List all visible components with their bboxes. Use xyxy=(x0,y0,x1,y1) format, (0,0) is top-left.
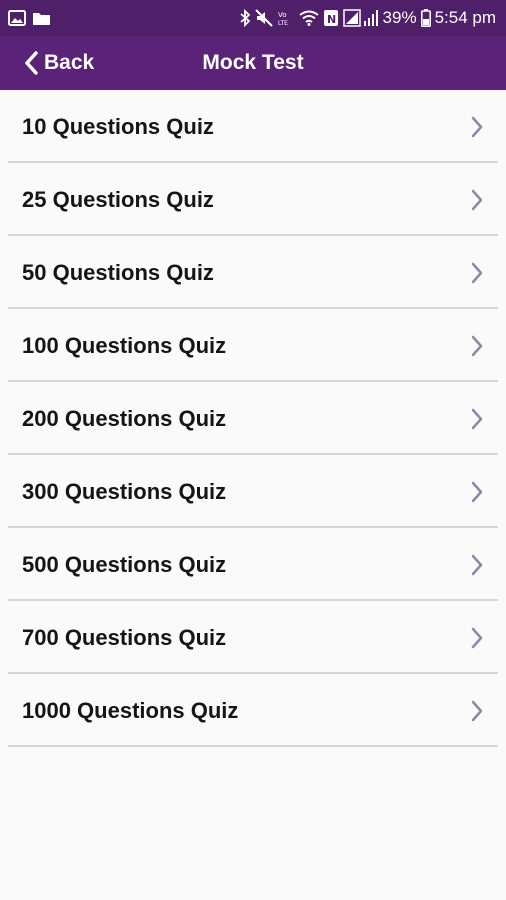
status-bar-left xyxy=(8,10,51,26)
list-item-label: 300 Questions Quiz xyxy=(22,478,227,504)
status-bar: Vo LTE N 39% 5:54 pm xyxy=(0,0,506,36)
svg-text:N: N xyxy=(327,13,336,26)
chevron-right-icon xyxy=(470,700,484,722)
svg-text:LTE: LTE xyxy=(278,20,288,27)
bluetooth-icon xyxy=(239,9,251,27)
nav-bar: Back Mock Test xyxy=(0,36,506,90)
chevron-left-icon xyxy=(24,51,38,75)
chevron-right-icon xyxy=(470,627,484,649)
chevron-right-icon xyxy=(470,481,484,503)
signal-icon xyxy=(342,9,379,27)
status-bar-right: Vo LTE N 39% 5:54 pm xyxy=(239,8,496,28)
svg-text:Vo: Vo xyxy=(278,11,287,19)
list-item-quiz-300[interactable]: 300 Questions Quiz xyxy=(0,455,506,528)
chevron-right-icon xyxy=(470,335,484,357)
chevron-right-icon xyxy=(470,554,484,576)
list-item-quiz-50[interactable]: 50 Questions Quiz xyxy=(0,236,506,309)
list-item-label: 700 Questions Quiz xyxy=(22,624,227,650)
back-button[interactable]: Back xyxy=(24,36,94,90)
nfc-icon: N xyxy=(323,9,339,27)
chevron-right-icon xyxy=(470,116,484,138)
list-item-label: 1000 Questions Quiz xyxy=(22,697,239,723)
battery-percent: 39% xyxy=(382,8,417,27)
back-label: Back xyxy=(44,51,95,74)
chevron-right-icon xyxy=(470,408,484,430)
list-item-label: 100 Questions Quiz xyxy=(22,332,227,358)
chevron-right-icon xyxy=(470,189,484,211)
list-item-quiz-100[interactable]: 100 Questions Quiz xyxy=(0,309,506,382)
chevron-right-icon xyxy=(470,262,484,284)
battery-icon xyxy=(420,9,431,27)
list-item-quiz-200[interactable]: 200 Questions Quiz xyxy=(0,382,506,455)
volte-icon: Vo LTE xyxy=(277,9,295,27)
list-item-label: 50 Questions Quiz xyxy=(22,259,214,285)
list-item-quiz-10[interactable]: 10 Questions Quiz xyxy=(0,90,506,163)
wifi-icon xyxy=(298,10,319,26)
list-item-quiz-700[interactable]: 700 Questions Quiz xyxy=(0,601,506,674)
quiz-list: 10 Questions Quiz 25 Questions Quiz 50 Q… xyxy=(0,90,506,747)
divider xyxy=(8,745,498,747)
list-item-label: 25 Questions Quiz xyxy=(22,186,214,212)
list-item-quiz-1000[interactable]: 1000 Questions Quiz xyxy=(0,674,506,747)
mute-icon xyxy=(254,9,273,27)
list-item-quiz-500[interactable]: 500 Questions Quiz xyxy=(0,528,506,601)
gallery-icon xyxy=(8,10,26,26)
folder-icon xyxy=(32,11,51,26)
list-item-label: 200 Questions Quiz xyxy=(22,405,227,431)
list-item-label: 10 Questions Quiz xyxy=(22,113,214,139)
clock: 5:54 pm xyxy=(434,8,496,27)
list-item-label: 500 Questions Quiz xyxy=(22,551,227,577)
list-item-quiz-25[interactable]: 25 Questions Quiz xyxy=(0,163,506,236)
